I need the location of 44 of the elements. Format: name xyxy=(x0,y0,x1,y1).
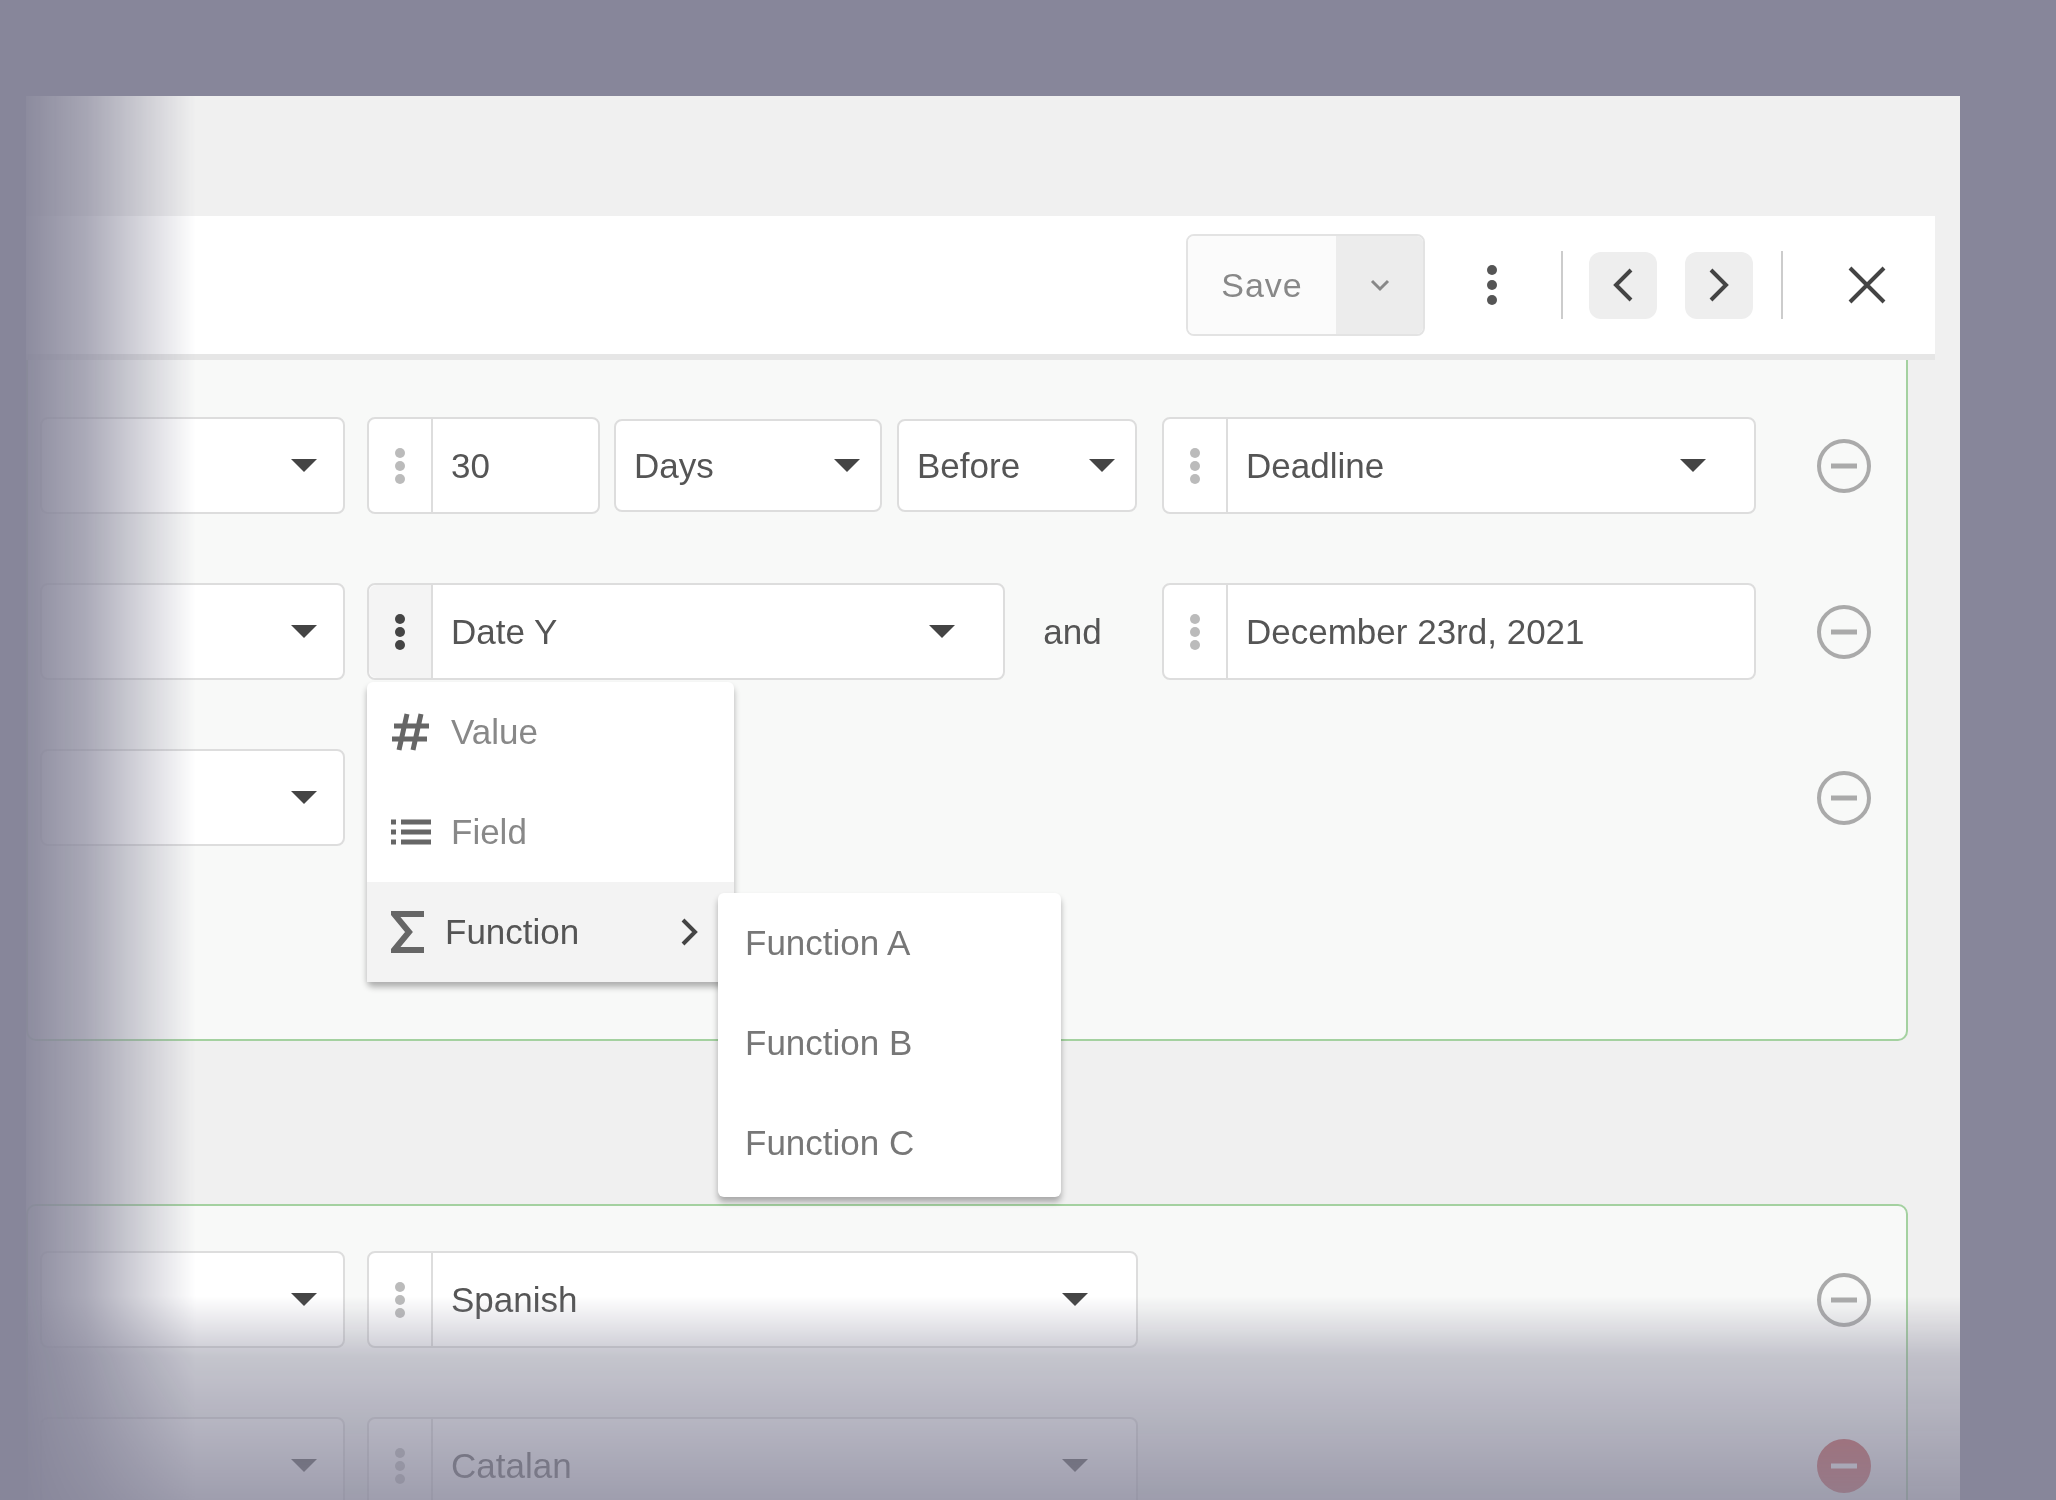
menu-item[interactable]: Function xyxy=(367,882,734,982)
hash-icon xyxy=(391,712,431,752)
remove-button[interactable] xyxy=(1816,1437,1872,1494)
connector-text: and xyxy=(1042,611,1103,652)
chevron-right-icon xyxy=(680,917,698,947)
caret-icon xyxy=(1089,458,1115,473)
value-text: Spanish xyxy=(450,1279,578,1320)
menu-item[interactable]: Value xyxy=(367,682,734,782)
chevron-right-icon xyxy=(1708,267,1730,303)
minus-circle-icon xyxy=(1816,1437,1872,1494)
remove-button[interactable] xyxy=(1816,603,1872,660)
caret-icon xyxy=(1062,1458,1088,1473)
save-button[interactable]: Save xyxy=(1188,236,1336,334)
menu-item[interactable]: Function B xyxy=(718,993,1061,1093)
minus-circle-icon xyxy=(1816,1271,1872,1328)
caret-icon xyxy=(1062,1292,1088,1307)
list-icon xyxy=(391,819,431,845)
caret-icon xyxy=(291,625,317,639)
caret-icon xyxy=(291,1459,317,1473)
kebab-icon xyxy=(394,1447,406,1484)
menu-item[interactable]: Function C xyxy=(718,1093,1061,1193)
kebab-icon xyxy=(394,1281,406,1318)
remove-button[interactable] xyxy=(1816,1271,1872,1328)
direction-dropdown[interactable]: Before xyxy=(897,419,1137,512)
close-icon xyxy=(1847,265,1887,305)
minus-circle-icon xyxy=(1816,437,1872,494)
previous-button[interactable] xyxy=(1589,251,1657,319)
sigma-icon xyxy=(391,910,425,954)
kebab-icon xyxy=(1486,265,1498,305)
remove-button[interactable] xyxy=(1816,437,1872,494)
unit-dropdown[interactable]: Days xyxy=(614,419,882,512)
next-button[interactable] xyxy=(1685,251,1753,319)
minus-circle-icon xyxy=(1816,769,1872,826)
chevron-left-icon xyxy=(1612,267,1634,303)
minus-circle-icon xyxy=(1816,603,1872,660)
chevron-down-icon xyxy=(1368,278,1391,292)
caret-icon xyxy=(291,459,317,473)
caret-icon xyxy=(834,458,860,473)
remove-button[interactable] xyxy=(1816,769,1872,826)
caret-icon xyxy=(291,791,317,805)
unit-text: Days xyxy=(633,445,714,486)
menu-item[interactable]: Field xyxy=(367,782,734,882)
caret-icon xyxy=(291,1293,317,1307)
direction-text: Before xyxy=(916,445,1021,486)
